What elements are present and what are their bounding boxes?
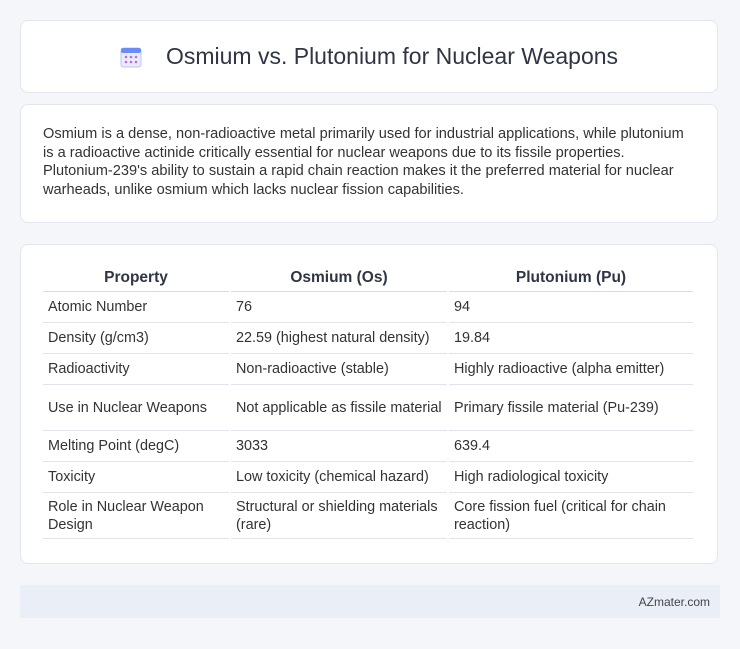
- table-cell: Role in Nuclear Weapon Design: [43, 493, 229, 539]
- description-text: Osmium is a dense, non-radioactive metal…: [43, 126, 684, 198]
- header-property: Property: [43, 265, 229, 292]
- table-cell: Structural or shielding materials (rare): [231, 493, 447, 539]
- table-row: Use in Nuclear Weapons Not applicable as…: [43, 385, 693, 431]
- table-cell: Low toxicity (chemical hazard): [231, 462, 447, 493]
- table-cell: Highly radioactive (alpha emitter): [449, 354, 693, 385]
- footer-site-link[interactable]: AZmater.com: [639, 595, 710, 609]
- table-cell: 19.84: [449, 323, 693, 354]
- table-row: Toxicity Low toxicity (chemical hazard) …: [43, 462, 693, 493]
- title-card: Osmium vs. Plutonium for Nuclear Weapons: [20, 20, 718, 93]
- table-row: Melting Point (degC) 3033 639.4: [43, 431, 693, 462]
- calendar-icon: [120, 46, 142, 68]
- table-cell: High radiological toxicity: [449, 462, 693, 493]
- footer: AZmater.com: [20, 585, 720, 618]
- table-cell: 76: [231, 292, 447, 323]
- header-plutonium: Plutonium (Pu): [449, 265, 693, 292]
- table-cell: Toxicity: [43, 462, 229, 493]
- table-cell: Density (g/cm3): [43, 323, 229, 354]
- table-cell: Radioactivity: [43, 354, 229, 385]
- description-card: Osmium is a dense, non-radioactive metal…: [20, 104, 718, 223]
- table-row: Atomic Number 76 94: [43, 292, 693, 323]
- table-cell: 3033: [231, 431, 447, 462]
- table-header-row: Property Osmium (Os) Plutonium (Pu): [43, 265, 693, 292]
- table-cell: Not applicable as fissile material: [231, 385, 447, 431]
- table-cell: 22.59 (highest natural density): [231, 323, 447, 354]
- table-cell: Use in Nuclear Weapons: [43, 385, 229, 431]
- table-cell: 94: [449, 292, 693, 323]
- comparison-table: Property Osmium (Os) Plutonium (Pu) Atom…: [41, 265, 695, 539]
- table-cell: Core fission fuel (critical for chain re…: [449, 493, 693, 539]
- page-title: Osmium vs. Plutonium for Nuclear Weapons: [165, 43, 619, 69]
- table-row: Radioactivity Non-radioactive (stable) H…: [43, 354, 693, 385]
- comparison-table-card: Property Osmium (Os) Plutonium (Pu) Atom…: [20, 244, 718, 564]
- table-cell: Non-radioactive (stable): [231, 354, 447, 385]
- table-cell: Primary fissile material (Pu-239): [449, 385, 693, 431]
- table-cell: 639.4: [449, 431, 693, 462]
- table-cell: Atomic Number: [43, 292, 229, 323]
- table-cell: Melting Point (degC): [43, 431, 229, 462]
- table-row: Role in Nuclear Weapon Design Structural…: [43, 493, 693, 539]
- header-osmium: Osmium (Os): [231, 265, 447, 292]
- table-row: Density (g/cm3) 22.59 (highest natural d…: [43, 323, 693, 354]
